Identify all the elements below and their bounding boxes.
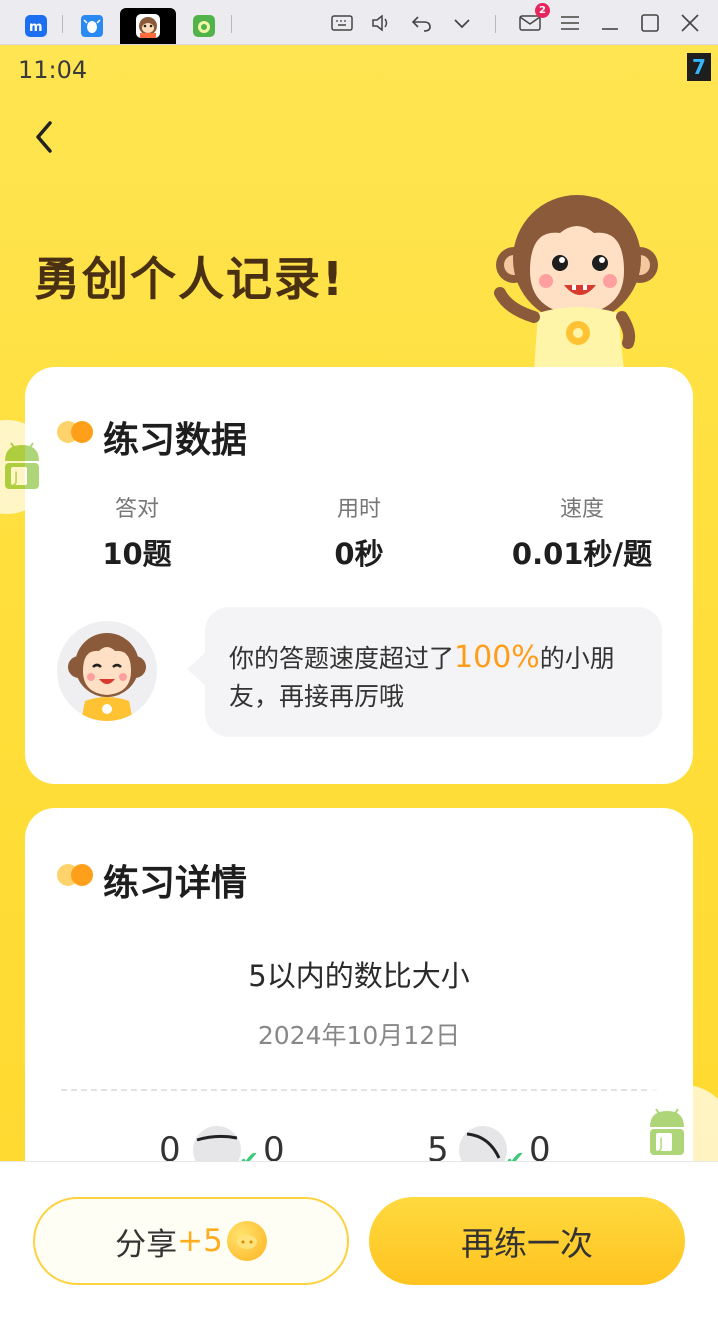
avatar [57, 621, 157, 721]
bottom-action-bar: 分享 +5 再练一次 [0, 1161, 718, 1319]
stat-correct: 答对 10题 [27, 491, 247, 573]
share-label: 分享 [115, 1226, 178, 1263]
stat-label: 答对 [114, 497, 159, 522]
chevron-left-icon [36, 121, 52, 153]
m-app-icon: m [25, 15, 47, 37]
share-reward: +5 [177, 1223, 223, 1259]
keyboard-icon[interactable] [330, 13, 354, 33]
hero-title: 勇创个人记录! [34, 252, 345, 306]
svg-text:J: J [658, 1136, 663, 1152]
android-icon: J [650, 1108, 684, 1155]
stat-value: 0.01秒/题 [511, 537, 653, 571]
app-tab-monkey[interactable] [120, 8, 176, 44]
mail-badge: 2 [535, 3, 550, 18]
monkey-avatar-icon [68, 633, 146, 721]
app-tab-green[interactable] [176, 8, 232, 44]
practice-detail-title: 练习详情 [103, 863, 248, 904]
app-screen: 11:04 7 勇创个人记录! 练习数据 答对 10题 用时 0秒 速度 0.0… [0, 45, 718, 1319]
volume-icon[interactable] [370, 13, 394, 33]
svg-text:J: J [13, 470, 18, 486]
app-tab-m[interactable]: m [8, 8, 64, 44]
undo-icon[interactable] [410, 13, 434, 33]
toolbar-separator [495, 15, 496, 33]
title-dots-icon [57, 417, 95, 445]
bug-app-icon [81, 15, 103, 37]
monkey-app-icon [136, 14, 160, 38]
close-icon[interactable] [678, 13, 702, 33]
status-time: 11:04 [18, 56, 88, 84]
emulator-title-bar: m 2 [0, 0, 718, 45]
chevron-down-icon[interactable] [450, 13, 474, 33]
minimize-icon[interactable] [598, 13, 622, 33]
stat-value: 0秒 [334, 537, 384, 571]
android-icon: J [5, 442, 39, 489]
monkey-mascot-illustration [494, 195, 658, 371]
stat-label: 用时 [336, 497, 381, 522]
speed-message-bubble: 你的答题速度超过了100%的小朋友，再接再厉哦 [187, 607, 662, 737]
title-dots-icon [57, 860, 95, 888]
app-tab-bug[interactable] [64, 8, 120, 44]
practice-data-title: 练习数据 [103, 420, 248, 461]
tab-separator [62, 15, 63, 33]
stat-speed: 速度 0.01秒/题 [472, 491, 692, 573]
menu-icon[interactable] [558, 13, 582, 33]
maximize-icon[interactable] [638, 13, 662, 33]
coin-icon [226, 1221, 267, 1261]
tab-separator [231, 15, 232, 33]
dashed-divider [61, 1089, 657, 1091]
message-highlight: 100% [454, 640, 540, 675]
practice-again-button[interactable]: 再练一次 [369, 1197, 685, 1285]
stat-time: 用时 0秒 [249, 491, 469, 573]
status-indicator: 7 [687, 53, 711, 81]
stat-value: 10题 [102, 537, 172, 571]
exercise-name: 5以内的数比大小 [248, 959, 470, 993]
svg-text:m: m [29, 20, 43, 35]
message-text: 你的答题速度超过了 [229, 644, 455, 673]
back-button[interactable] [28, 115, 64, 159]
share-button[interactable]: 分享 +5 [33, 1197, 349, 1285]
green-app-icon [193, 15, 215, 37]
practice-data-card: 练习数据 答对 10题 用时 0秒 速度 0.01秒/题 你的答题速度超过了10… [25, 367, 693, 784]
stat-label: 速度 [559, 497, 604, 522]
exercise-date: 2024年10月12日 [257, 1021, 461, 1050]
